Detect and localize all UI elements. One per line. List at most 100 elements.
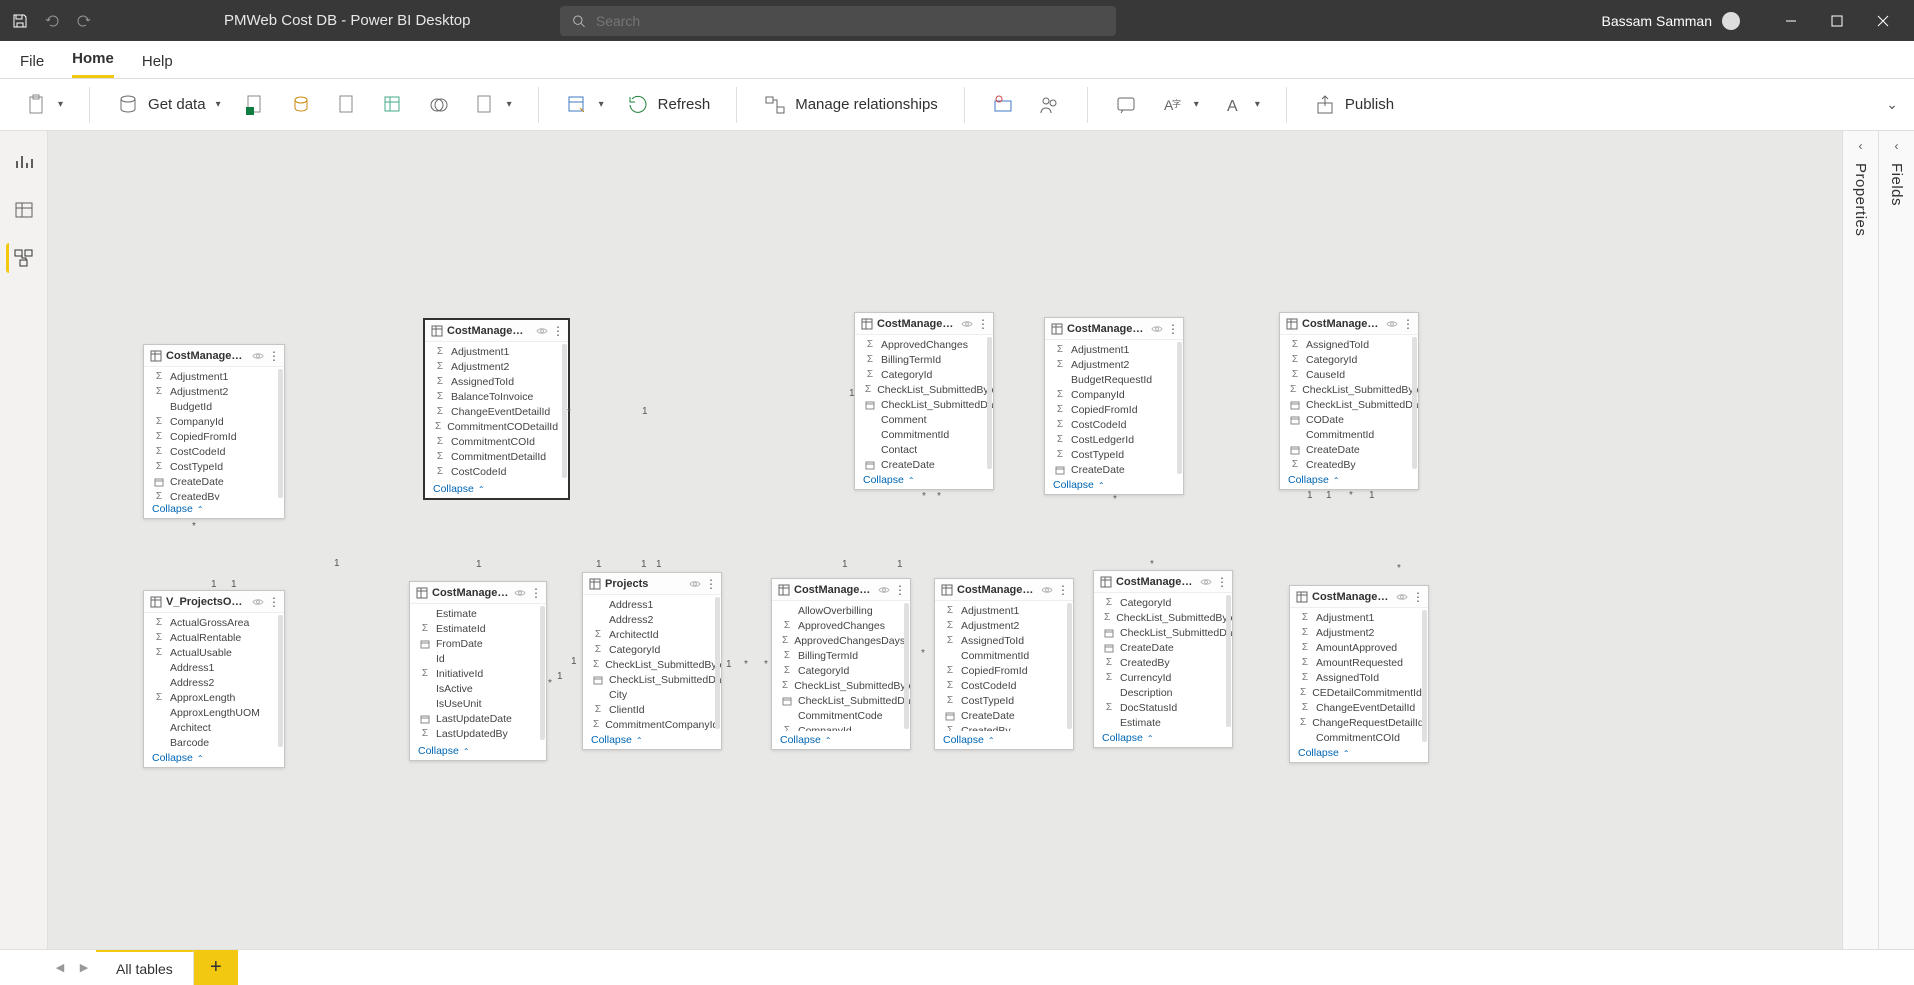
visibility-icon[interactable] xyxy=(961,318,973,330)
table-node[interactable]: CostManagement_Bu... ⋮ ΣAdjustment1ΣAdju… xyxy=(143,344,285,519)
field-row[interactable]: CreateDate xyxy=(935,708,1073,723)
field-row[interactable]: CommitmentCOId xyxy=(1290,730,1428,744)
visibility-icon[interactable] xyxy=(1041,584,1053,596)
language-button[interactable]: A字▾ xyxy=(1152,85,1207,125)
table-node[interactable]: CostManagement_Co... ⋮ AllowOverbillingΣ… xyxy=(771,578,911,750)
undo-icon[interactable] xyxy=(44,13,60,29)
table-node[interactable]: CostManagement_Pr... ⋮ ΣAdjustment1ΣAdju… xyxy=(424,319,569,499)
redo-icon[interactable] xyxy=(76,13,92,29)
field-row[interactable]: ΣCheckList_SubmittedById xyxy=(583,657,721,672)
refresh-button[interactable]: Refresh xyxy=(618,85,719,125)
field-row[interactable]: ΣAssignedToId xyxy=(425,374,568,389)
more-icon[interactable]: ⋮ xyxy=(1167,322,1177,336)
field-row[interactable]: ΣEstimateId xyxy=(410,621,546,636)
field-row[interactable]: ΣCostCodeId xyxy=(425,464,568,479)
dataverse-button[interactable] xyxy=(419,85,459,125)
collapse-button[interactable]: Collapse⌃ xyxy=(1290,744,1428,762)
field-row[interactable]: ΣBillingTermId xyxy=(855,352,993,367)
field-row[interactable]: ΣBalanceToInvoice xyxy=(425,389,568,404)
table-node[interactable]: CostManagement_Co... ⋮ ΣAssignedToIdΣCat… xyxy=(1279,312,1419,490)
field-row[interactable]: ΣCreatedBy xyxy=(1094,655,1232,670)
field-row[interactable]: Id xyxy=(410,651,546,666)
field-row[interactable]: Description xyxy=(1094,685,1232,700)
table-header[interactable]: CostManagement_Co... ⋮ xyxy=(772,579,910,601)
model-view-button[interactable] xyxy=(6,243,36,273)
table-header[interactable]: V_ProjectsOverview ⋮ xyxy=(144,591,284,613)
field-row[interactable]: ΣCommitmentCODetailId xyxy=(425,419,568,434)
field-row[interactable]: Address1 xyxy=(144,660,284,675)
table-header[interactable]: CostManagement_Pr... ⋮ xyxy=(425,320,568,342)
field-row[interactable]: ΣCopiedFromId xyxy=(144,429,284,444)
field-row[interactable]: ΣActualRentable xyxy=(144,630,284,645)
more-icon[interactable]: ⋮ xyxy=(552,324,562,338)
field-row[interactable]: ΣArchitectId xyxy=(583,627,721,642)
report-view-button[interactable] xyxy=(9,147,39,177)
field-row[interactable]: FromDate xyxy=(410,636,546,651)
ribbon-expand-button[interactable]: ⌄ xyxy=(1886,96,1898,113)
linguistic-button[interactable]: A▾ xyxy=(1213,85,1268,125)
fields-pane-collapsed[interactable]: ‹ Fields xyxy=(1878,131,1914,985)
more-icon[interactable]: ⋮ xyxy=(530,586,540,600)
field-row[interactable]: ΣCreatedBy xyxy=(1280,457,1418,471)
field-row[interactable]: IsUseUnit xyxy=(410,696,546,711)
visibility-icon[interactable] xyxy=(1386,318,1398,330)
tab-all-tables[interactable]: All tables xyxy=(96,950,194,985)
field-row[interactable]: ΣCategoryId xyxy=(772,663,910,678)
field-row[interactable]: CreateDate xyxy=(144,474,284,489)
visibility-icon[interactable] xyxy=(514,587,526,599)
table-header[interactable]: CostManagement_Co... ⋮ xyxy=(935,579,1073,601)
field-row[interactable]: ΣClientId xyxy=(583,702,721,717)
avatar[interactable] xyxy=(1722,12,1740,30)
field-row[interactable]: ΣApproxLength xyxy=(144,690,284,705)
publish-button[interactable]: Publish xyxy=(1305,85,1402,125)
field-row[interactable]: CommitmentId xyxy=(935,648,1073,663)
field-row[interactable]: ΣCostCodeId xyxy=(935,678,1073,693)
collapse-button[interactable]: Collapse⌃ xyxy=(144,749,284,767)
field-row[interactable]: LastUpdateDate xyxy=(410,711,546,726)
maximize-button[interactable] xyxy=(1814,0,1860,41)
excel-source-button[interactable] xyxy=(235,85,275,125)
more-icon[interactable]: ⋮ xyxy=(1402,317,1412,331)
manage-relationships-button[interactable]: Manage relationships xyxy=(755,85,946,125)
field-row[interactable]: Address2 xyxy=(144,675,284,690)
field-row[interactable]: Estimate xyxy=(410,606,546,621)
get-data-button[interactable]: Get data ▾ xyxy=(108,85,229,125)
collapse-button[interactable]: Collapse⌃ xyxy=(1280,471,1418,489)
field-row[interactable]: Architect xyxy=(144,720,284,735)
more-icon[interactable]: ⋮ xyxy=(268,349,278,363)
field-row[interactable]: ΣDocStatusId xyxy=(1094,700,1232,715)
table-header[interactable]: CostManagement_Bu... ⋮ xyxy=(1094,571,1232,593)
field-row[interactable]: City xyxy=(583,687,721,702)
transform-data-button[interactable]: ▾ xyxy=(557,85,612,125)
collapse-button[interactable]: Collapse⌃ xyxy=(583,731,721,749)
data-view-button[interactable] xyxy=(9,195,39,225)
field-row[interactable]: ΣCompanyId xyxy=(144,414,284,429)
table-node[interactable]: Projects ⋮ Address1Address2ΣArchitectIdΣ… xyxy=(582,572,722,750)
table-node[interactable]: CostManagement_Bu... ⋮ ΣCategoryIdΣCheck… xyxy=(1093,570,1233,748)
table-header[interactable]: Projects ⋮ xyxy=(583,573,721,595)
table-header[interactable]: CostManagement_Bu... ⋮ xyxy=(1045,318,1183,340)
field-row[interactable]: ΣCostCodeId xyxy=(1045,417,1183,432)
new-measure-button[interactable] xyxy=(983,85,1023,125)
field-row[interactable]: ΣAssignedToId xyxy=(935,633,1073,648)
field-row[interactable]: ΣCostTypeId xyxy=(144,459,284,474)
field-row[interactable]: ΣAdjustment2 xyxy=(1045,357,1183,372)
field-row[interactable]: ΣLastUpdatedBy xyxy=(410,726,546,741)
add-tab-button[interactable]: + xyxy=(194,950,238,985)
model-canvas[interactable]: CostManagement_Bu... ⋮ ΣAdjustment1ΣAdju… xyxy=(48,131,1842,985)
table-node[interactable]: CostManagement_Pr... ⋮ ΣApprovedChangesΣ… xyxy=(854,312,994,490)
field-row[interactable]: Estimate xyxy=(1094,715,1232,729)
pbi-datasets-button[interactable] xyxy=(281,85,321,125)
field-row[interactable]: ΣAdjustment1 xyxy=(425,344,568,359)
field-row[interactable]: ΣCategoryId xyxy=(1280,352,1418,367)
field-row[interactable]: CreateDate xyxy=(1045,462,1183,476)
field-row[interactable]: ΣCheckList_SubmittedById xyxy=(772,678,910,693)
field-row[interactable]: ΣAdjustment2 xyxy=(425,359,568,374)
field-row[interactable]: CheckList_SubmittedDate xyxy=(855,397,993,412)
recent-sources-button[interactable]: ▾ xyxy=(465,85,520,125)
field-row[interactable]: ΣCostCodeId xyxy=(144,444,284,459)
sql-source-button[interactable] xyxy=(327,85,367,125)
field-row[interactable]: ΣAdjustment1 xyxy=(935,603,1073,618)
field-row[interactable]: Contact xyxy=(855,442,993,457)
field-row[interactable]: Address2 xyxy=(583,612,721,627)
